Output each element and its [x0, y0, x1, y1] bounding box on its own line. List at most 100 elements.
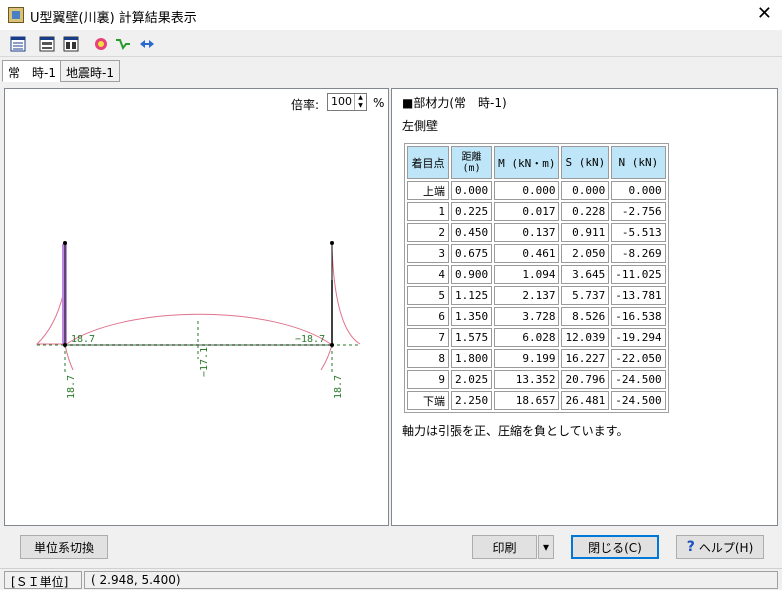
- table-cell: 1.800: [451, 349, 493, 368]
- print-dropdown-icon[interactable]: ▾: [538, 535, 554, 559]
- table-view-icon[interactable]: [8, 34, 28, 54]
- table-cell: 16.227: [561, 349, 610, 368]
- table-cell: 2: [407, 223, 449, 242]
- table-cell: 18.657: [494, 391, 560, 410]
- table-row: 4 0.900 1.094 3.645 -11.025: [407, 265, 666, 284]
- left-top-value: 18.7: [71, 334, 95, 345]
- zigzag-icon[interactable]: [113, 34, 133, 54]
- table-cell: 0.900: [451, 265, 493, 284]
- center-value: −17.1: [199, 347, 210, 377]
- header-point: 着目点: [407, 146, 449, 179]
- help-label: ヘルプ(H): [698, 540, 754, 555]
- table-cell: -24.500: [611, 370, 666, 389]
- table-cell: 13.352: [494, 370, 560, 389]
- table-cell: 3.645: [561, 265, 610, 284]
- table-cell: 5: [407, 286, 449, 305]
- load-case-tabs: 常 時-1 地震時-1: [0, 60, 782, 82]
- app-icon: [8, 7, 24, 23]
- table-cell: 0.450: [451, 223, 493, 242]
- table-cell: -19.294: [611, 328, 666, 347]
- right-bottom-value: 18.7: [333, 375, 344, 399]
- result-pane: ■部材力(常 時-1) 左側壁 着目点 距離 (m) M (kN・m) S (k…: [391, 88, 778, 526]
- right-corner-node: [330, 343, 334, 347]
- layout-icon[interactable]: [61, 34, 81, 54]
- member-force-table: 着目点 距離 (m) M (kN・m) S (kN) N (kN) 上端 0.00…: [404, 143, 669, 413]
- tab-seismic-1[interactable]: 地震時-1: [60, 60, 120, 82]
- header-shear: S (kN): [561, 146, 610, 179]
- result-subtitle: 左側壁: [402, 119, 439, 133]
- table-cell: -16.538: [611, 307, 666, 326]
- right-wall-moment-curve: [331, 247, 361, 345]
- right-top-value: −18.7: [295, 334, 325, 345]
- help-button[interactable]: ? ヘルプ(H): [676, 535, 764, 559]
- tab-normal-1[interactable]: 常 時-1: [2, 60, 62, 82]
- table-row: 2 0.450 0.137 0.911 -5.513: [407, 223, 666, 242]
- close-button[interactable]: 閉じる(C): [571, 535, 659, 559]
- table-cell: 0.000: [451, 181, 493, 200]
- table-header-row: 着目点 距離 (m) M (kN・m) S (kN) N (kN): [407, 146, 666, 179]
- table-row: 3 0.675 0.461 2.050 -8.269: [407, 244, 666, 263]
- table-cell: 8: [407, 349, 449, 368]
- table-row: 1 0.225 0.017 0.228 -2.756: [407, 202, 666, 221]
- status-bar: [ＳＩ単位] ( 2.948, 5.400): [0, 568, 782, 590]
- table-body: 上端 0.000 0.000 0.000 0.000 1 0.225 0.017 0.228 -2…: [407, 181, 666, 410]
- table-row: 9 2.025 13.352 20.796 -24.500: [407, 370, 666, 389]
- table-cell: 0.137: [494, 223, 560, 242]
- table-row: 8 1.800 9.199 16.227 -22.050: [407, 349, 666, 368]
- table-cell: 0.000: [561, 181, 610, 200]
- sign-convention-note: 軸力は引張を正、圧縮を負としています。: [402, 424, 629, 438]
- table-cell: -5.513: [611, 223, 666, 242]
- arrows-icon[interactable]: [137, 34, 157, 54]
- table-row: 下端 2.250 18.657 26.481 -24.500: [407, 391, 666, 410]
- left-corner-node: [63, 343, 67, 347]
- table-cell: 4: [407, 265, 449, 284]
- table-cell: 2.250: [451, 391, 493, 410]
- table-row: 5 1.125 2.137 5.737 -13.781: [407, 286, 666, 305]
- print-button[interactable]: 印刷: [472, 535, 537, 559]
- table-cell: 9.199: [494, 349, 560, 368]
- status-unit: [ＳＩ単位]: [4, 571, 82, 589]
- table-cell: 2.137: [494, 286, 560, 305]
- table-cell: 26.481: [561, 391, 610, 410]
- unit-switch-button[interactable]: 単位系切換: [20, 535, 108, 559]
- table-cell: 1.125: [451, 286, 493, 305]
- result-window: U型翼壁(川裏) 計算結果表示 ✕ 常 時-1 地震時-1 倍率: 100 ▲ …: [0, 0, 782, 590]
- table-cell: 3: [407, 244, 449, 263]
- table-cell: 上端: [407, 181, 449, 200]
- table-cell: 1.094: [494, 265, 560, 284]
- table-cell: 5.737: [561, 286, 610, 305]
- table-cell: 2.025: [451, 370, 493, 389]
- table-cell: 6: [407, 307, 449, 326]
- table-cell: 7: [407, 328, 449, 347]
- header-distance-label: 距離: [461, 151, 482, 163]
- help-icon: ?: [686, 539, 695, 555]
- table-cell: -13.781: [611, 286, 666, 305]
- table-cell: 0.017: [494, 202, 560, 221]
- table-cell: 0.000: [611, 181, 666, 200]
- header-distance-unit: (m): [462, 162, 481, 174]
- close-window-icon[interactable]: ✕: [757, 4, 772, 24]
- table-cell: 0.675: [451, 244, 493, 263]
- print-preview-icon[interactable]: [37, 34, 57, 54]
- table-cell: -11.025: [611, 265, 666, 284]
- refresh-icon[interactable]: [91, 34, 111, 54]
- table-cell: 9: [407, 370, 449, 389]
- table-cell: 0.461: [494, 244, 560, 263]
- table-cell: 20.796: [561, 370, 610, 389]
- right-corner-curve: [320, 344, 333, 371]
- diagram-pane: 倍率: 100 ▲ ▼ % 18.7 −18.7 −17.1 18.7 18.7: [4, 88, 389, 526]
- table-cell: 3.728: [494, 307, 560, 326]
- right-wall-top-node: [330, 241, 334, 245]
- table-cell: 0.911: [561, 223, 610, 242]
- table-cell: 12.039: [561, 328, 610, 347]
- table-cell: -8.269: [611, 244, 666, 263]
- header-axial: N (kN): [611, 146, 666, 179]
- table-cell: 8.526: [561, 307, 610, 326]
- table-cell: 0.228: [561, 202, 610, 221]
- table-cell: 0.000: [494, 181, 560, 200]
- table-cell: -22.050: [611, 349, 666, 368]
- table-row: 7 1.575 6.028 12.039 -19.294: [407, 328, 666, 347]
- table-cell: -24.500: [611, 391, 666, 410]
- toolbar: [0, 31, 782, 57]
- table-cell: 2.050: [561, 244, 610, 263]
